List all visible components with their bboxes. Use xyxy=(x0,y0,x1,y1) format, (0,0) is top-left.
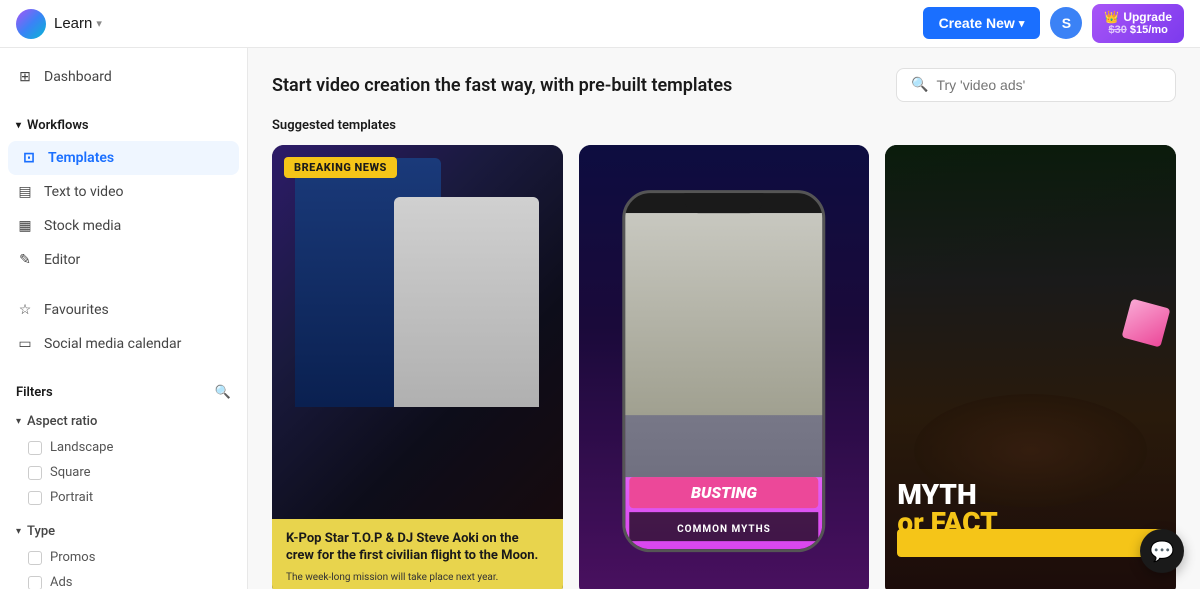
editor-label: Editor xyxy=(44,252,80,268)
learn-menu-button[interactable]: Learn ▾ xyxy=(54,15,102,32)
search-icon: 🔍 xyxy=(911,77,928,93)
ads-label: Ads xyxy=(50,575,73,589)
suggested-label: Suggested templates xyxy=(272,118,1176,133)
card-1-subtext: The week-long mission will take place ne… xyxy=(286,571,549,585)
crown-icon: 👑 xyxy=(1104,10,1119,24)
sidebar-item-editor[interactable]: ✎ Editor xyxy=(0,243,247,277)
aspect-ratio-label: Aspect ratio xyxy=(27,414,97,429)
workflows-section[interactable]: ▾ Workflows xyxy=(0,110,247,141)
learn-label: Learn xyxy=(54,15,92,32)
card-1-text-area: K-Pop Star T.O.P & DJ Steve Aoki on the … xyxy=(272,519,563,589)
avatar-letter: S xyxy=(1062,15,1071,31)
template-card-busting[interactable]: BUSTING COMMON MYTHS xyxy=(579,145,870,589)
header-right: Create New ▾ S 👑 Upgrade $30 $15/mo xyxy=(923,4,1184,44)
sidebar-item-social-media-calendar[interactable]: ▭ Social media calendar xyxy=(0,327,247,361)
common-myths-text: COMMON MYTHS xyxy=(677,524,771,535)
workflows-label: Workflows xyxy=(27,118,89,133)
or-fact-text: or FACT xyxy=(897,509,997,537)
sidebar: ⊞ Dashboard ▾ Workflows ⊡ Templates ▤ Te… xyxy=(0,48,248,589)
text-to-video-icon: ▤ xyxy=(16,183,34,201)
dashboard-icon: ⊞ xyxy=(16,68,34,86)
logo-icon xyxy=(16,9,46,39)
myth-text: MYTH xyxy=(897,481,997,509)
upgrade-price: $30 $15/mo xyxy=(1109,24,1168,37)
stock-media-icon: ▦ xyxy=(16,217,34,235)
busting-text: BUSTING xyxy=(691,483,757,502)
content-header: Start video creation the fast way, with … xyxy=(272,68,1176,102)
create-new-chevron: ▾ xyxy=(1019,17,1025,30)
card-1-headline: K-Pop Star T.O.P & DJ Steve Aoki on the … xyxy=(286,531,549,565)
phone-screen: BUSTING COMMON MYTHS xyxy=(625,213,822,549)
aspect-ratio-section[interactable]: ▾ Aspect ratio xyxy=(0,408,247,435)
search-input[interactable] xyxy=(936,77,1161,93)
checkbox-landscape[interactable]: Landscape xyxy=(0,435,247,460)
header: Learn ▾ Create New ▾ S 👑 Upgrade $30 $15… xyxy=(0,0,1200,48)
type-chevron: ▾ xyxy=(16,526,21,537)
upgrade-button[interactable]: 👑 Upgrade $30 $15/mo xyxy=(1092,4,1184,44)
promos-checkbox[interactable] xyxy=(28,551,42,565)
sidebar-item-stock-media[interactable]: ▦ Stock media xyxy=(0,209,247,243)
phone-frame: BUSTING COMMON MYTHS xyxy=(622,190,825,552)
template-card-breaking-news[interactable]: BREAKING NEWS K-Pop Star T.O.P & DJ Stev… xyxy=(272,145,563,589)
chat-fab-button[interactable]: 💬 xyxy=(1140,529,1184,573)
content-area: Start video creation the fast way, with … xyxy=(248,48,1200,589)
aspect-ratio-chevron: ▾ xyxy=(16,416,21,427)
checkbox-promos[interactable]: Promos xyxy=(0,545,247,570)
portrait-label: Portrait xyxy=(50,490,93,505)
sidebar-item-dashboard[interactable]: ⊞ Dashboard xyxy=(0,60,247,94)
learn-chevron: ▾ xyxy=(96,17,102,30)
templates-label: Templates xyxy=(48,150,114,166)
card-1-figures xyxy=(272,145,563,407)
square-checkbox[interactable] xyxy=(28,466,42,480)
filter-search-icon[interactable]: 🔍 xyxy=(215,385,231,400)
checkbox-portrait[interactable]: Portrait xyxy=(0,485,247,510)
checkbox-ads[interactable]: Ads xyxy=(0,570,247,589)
template-card-myth-fact[interactable]: MYTH or FACT xyxy=(885,145,1176,589)
main-layout: ⊞ Dashboard ▾ Workflows ⊡ Templates ▤ Te… xyxy=(0,48,1200,589)
calendar-icon: ▭ xyxy=(16,335,34,353)
dashboard-label: Dashboard xyxy=(44,69,112,85)
header-left: Learn ▾ xyxy=(16,9,102,39)
filters-header: Filters 🔍 xyxy=(0,377,247,408)
type-label: Type xyxy=(27,524,55,539)
promos-label: Promos xyxy=(50,550,95,565)
text-to-video-label: Text to video xyxy=(44,184,124,200)
myth-fact-badge: MYTH or FACT xyxy=(897,481,997,537)
favourites-label: Favourites xyxy=(44,302,109,318)
create-new-button[interactable]: Create New ▾ xyxy=(923,7,1041,39)
create-new-label: Create New xyxy=(939,15,1015,31)
avatar-button[interactable]: S xyxy=(1050,7,1082,39)
favourites-icon: ☆ xyxy=(16,301,34,319)
phone-notch xyxy=(684,193,763,213)
stock-media-label: Stock media xyxy=(44,218,121,234)
search-bar[interactable]: 🔍 xyxy=(896,68,1176,102)
templates-grid: BREAKING NEWS K-Pop Star T.O.P & DJ Stev… xyxy=(272,145,1176,589)
upgrade-top: 👑 Upgrade xyxy=(1104,10,1172,24)
editor-icon: ✎ xyxy=(16,251,34,269)
sidebar-item-templates[interactable]: ⊡ Templates xyxy=(8,141,239,175)
breaking-news-badge: BREAKING NEWS xyxy=(284,157,397,178)
common-myths-box: COMMON MYTHS xyxy=(629,512,818,541)
landscape-label: Landscape xyxy=(50,440,113,455)
landscape-checkbox[interactable] xyxy=(28,441,42,455)
phone-person xyxy=(625,213,822,414)
workflows-chevron: ▾ xyxy=(16,120,21,131)
social-media-calendar-label: Social media calendar xyxy=(44,336,181,352)
sidebar-item-text-to-video[interactable]: ▤ Text to video xyxy=(0,175,247,209)
page-title: Start video creation the fast way, with … xyxy=(272,75,732,96)
old-price: $30 xyxy=(1109,24,1127,36)
templates-icon: ⊡ xyxy=(20,149,38,167)
ads-checkbox[interactable] xyxy=(28,576,42,589)
figure-right xyxy=(394,197,539,407)
filters-label: Filters xyxy=(16,385,53,400)
portrait-checkbox[interactable] xyxy=(28,491,42,505)
checkbox-square[interactable]: Square xyxy=(0,460,247,485)
chat-icon: 💬 xyxy=(1150,539,1175,563)
upgrade-label: Upgrade xyxy=(1123,10,1172,24)
new-price: $15/mo xyxy=(1130,24,1168,36)
type-section[interactable]: ▾ Type xyxy=(0,518,247,545)
busting-box: BUSTING xyxy=(629,477,818,508)
sidebar-item-favourites[interactable]: ☆ Favourites xyxy=(0,293,247,327)
square-label: Square xyxy=(50,465,91,480)
